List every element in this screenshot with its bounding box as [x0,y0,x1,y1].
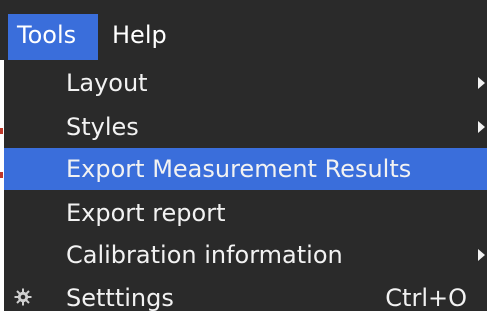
menu-item-label: Styles [66,113,139,141]
menu-item-settings[interactable]: Setttings Ctrl+O [4,278,487,311]
menu-item-layout[interactable]: Layout [4,63,487,103]
submenu-arrow-icon [478,249,485,261]
background-mark [0,128,3,134]
menu-item-export-report[interactable]: Export report [4,193,487,233]
shortcut-label: Ctrl+O [385,284,467,311]
background-mark [0,172,3,178]
menu-item-label: Export report [66,199,226,227]
menu-item-label: Layout [66,69,148,97]
submenu-arrow-icon [478,77,485,89]
submenu-arrow-icon [478,121,485,133]
gear-icon [14,288,32,306]
menu-tools[interactable]: Tools [8,14,98,60]
menu-item-label: Setttings [66,284,174,311]
menu-item-calibration-information[interactable]: Calibration information [4,235,487,275]
menu-item-label: Calibration information [66,241,343,269]
menu-item-export-measurement-results[interactable]: Export Measurement Results [4,148,487,190]
menu-bar: Tools Help [0,0,487,63]
menu-help[interactable]: Help [112,14,182,60]
screen: Tools Help Layout Styles Export Measurem… [0,0,487,311]
menu-item-label: Export Measurement Results [66,155,412,183]
menu-item-styles[interactable]: Styles [4,107,487,147]
